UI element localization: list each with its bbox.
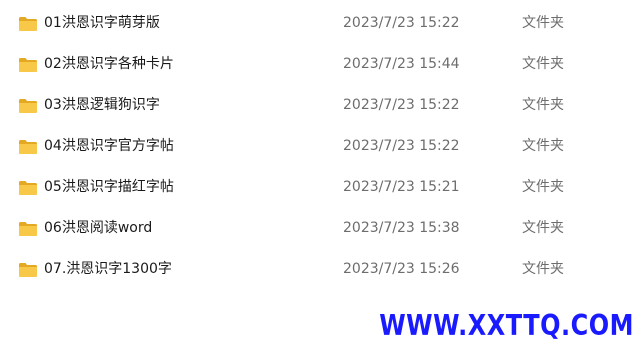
file-name[interactable]: 05洪恩识字描红字帖: [44, 178, 174, 196]
file-name[interactable]: 01洪恩识字萌芽版: [44, 14, 160, 32]
file-modified-date: 2023/7/23 15:22: [343, 97, 460, 113]
file-row-06[interactable]: 06洪恩阅读word 2023/7/23 15:38 文件夹: [0, 207, 640, 248]
file-type: 文件夹: [522, 15, 564, 31]
file-modified-date: 2023/7/23 15:38: [343, 220, 460, 236]
file-name[interactable]: 06洪恩阅读word: [44, 219, 152, 237]
folder-icon: [19, 17, 37, 31]
file-type: 文件夹: [522, 56, 564, 72]
folder-icon: [19, 263, 37, 277]
file-type: 文件夹: [522, 261, 564, 277]
file-modified-date: 2023/7/23 15:26: [343, 261, 460, 277]
file-name[interactable]: 07.洪恩识字1300字: [44, 260, 172, 278]
file-modified-date: 2023/7/23 15:44: [343, 56, 460, 72]
file-name[interactable]: 03洪恩逻辑狗识字: [44, 96, 160, 114]
folder-icon: [19, 99, 37, 113]
file-name[interactable]: 02洪恩识字各种卡片: [44, 55, 174, 73]
file-modified-date: 2023/7/23 15:22: [343, 138, 460, 154]
folder-icon: [19, 181, 37, 195]
file-type: 文件夹: [522, 179, 564, 195]
file-modified-date: 2023/7/23 15:21: [343, 179, 460, 195]
file-type: 文件夹: [522, 138, 564, 154]
folder-icon: [19, 222, 37, 236]
file-row-04[interactable]: 04洪恩识字官方字帖 2023/7/23 15:22 文件夹: [0, 125, 640, 166]
file-row-01[interactable]: 01洪恩识字萌芽版 2023/7/23 15:22 文件夹: [0, 2, 640, 43]
file-name[interactable]: 04洪恩识字官方字帖: [44, 137, 174, 155]
folder-icon: [19, 140, 37, 154]
file-row-03[interactable]: 03洪恩逻辑狗识字 2023/7/23 15:22 文件夹: [0, 84, 640, 125]
watermark-text: WWW.XXTTQ.COM: [379, 308, 634, 342]
file-type: 文件夹: [522, 220, 564, 236]
file-modified-date: 2023/7/23 15:22: [343, 15, 460, 31]
file-row-02[interactable]: 02洪恩识字各种卡片 2023/7/23 15:44 文件夹: [0, 43, 640, 84]
folder-icon: [19, 58, 37, 72]
file-row-07[interactable]: 07.洪恩识字1300字 2023/7/23 15:26 文件夹: [0, 248, 640, 289]
file-type: 文件夹: [522, 97, 564, 113]
file-row-05[interactable]: 05洪恩识字描红字帖 2023/7/23 15:21 文件夹: [0, 166, 640, 207]
